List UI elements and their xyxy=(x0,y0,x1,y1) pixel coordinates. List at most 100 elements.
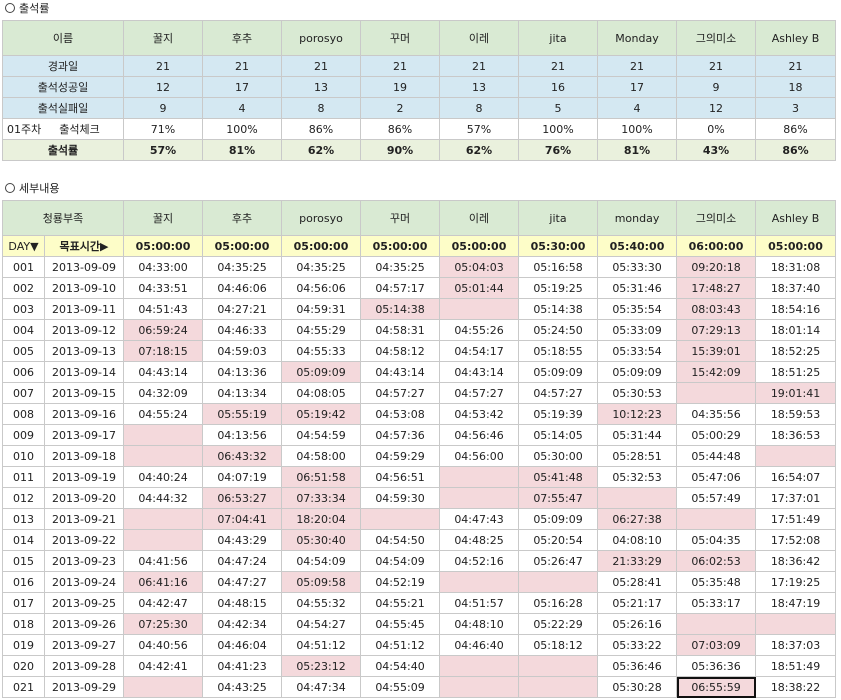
time-cell[interactable]: 04:46:06 xyxy=(202,277,283,299)
time-cell[interactable]: 05:31:46 xyxy=(597,277,678,299)
time-cell[interactable]: 04:59:31 xyxy=(281,298,362,320)
time-cell[interactable]: 04:13:56 xyxy=(202,424,283,446)
time-cell[interactable]: 04:51:12 xyxy=(281,634,362,656)
time-cell[interactable]: 04:48:10 xyxy=(439,613,520,635)
date-cell[interactable]: 2013-09-17 xyxy=(43,424,125,446)
time-cell[interactable] xyxy=(439,655,520,677)
attendance-stat-cell[interactable]: 9 xyxy=(676,76,756,98)
time-cell[interactable]: 05:31:44 xyxy=(597,424,678,446)
time-cell[interactable]: 05:26:47 xyxy=(518,550,599,572)
time-cell[interactable] xyxy=(439,487,520,509)
day-number-cell[interactable]: 001 xyxy=(2,256,45,278)
time-cell[interactable]: 05:21:17 xyxy=(597,592,678,614)
attendance-stat-cell[interactable]: 21 xyxy=(123,55,203,77)
day-number-cell[interactable]: 014 xyxy=(2,529,45,551)
time-cell[interactable]: 05:04:35 xyxy=(676,529,757,551)
goal-time-cell[interactable]: 06:00:00 xyxy=(676,235,757,257)
attendance-check-cell[interactable]: 100% xyxy=(518,118,598,140)
time-cell[interactable]: 05:09:09 xyxy=(281,361,362,383)
time-cell[interactable]: 04:47:43 xyxy=(439,508,520,530)
details-header-cell[interactable]: monday xyxy=(597,200,678,236)
time-cell[interactable]: 05:36:46 xyxy=(597,655,678,677)
time-cell[interactable] xyxy=(518,676,599,698)
time-cell[interactable]: 04:46:04 xyxy=(202,634,283,656)
time-cell[interactable]: 04:46:33 xyxy=(202,319,283,341)
time-cell[interactable]: 04:43:14 xyxy=(123,361,204,383)
attendance-row-label[interactable]: 출석성공일 xyxy=(2,76,124,98)
time-cell[interactable]: 04:51:43 xyxy=(123,298,204,320)
time-cell[interactable]: 05:33:09 xyxy=(597,319,678,341)
attendance-rate-label[interactable]: 출석률 xyxy=(2,139,124,161)
attendance-header-cell[interactable]: 후추 xyxy=(202,20,282,56)
time-cell[interactable]: 04:43:29 xyxy=(202,529,283,551)
time-cell[interactable]: 04:44:32 xyxy=(123,487,204,509)
time-cell[interactable]: 04:58:31 xyxy=(360,319,441,341)
date-cell[interactable]: 2013-09-18 xyxy=(43,445,125,467)
time-cell[interactable]: 05:33:17 xyxy=(676,592,757,614)
time-cell[interactable]: 07:25:30 xyxy=(123,613,204,635)
time-cell[interactable]: 05:32:53 xyxy=(597,466,678,488)
details-header-cell[interactable]: 꾸머 xyxy=(360,200,441,236)
attendance-header-cell[interactable]: porosyo xyxy=(281,20,361,56)
time-cell[interactable]: 17:52:08 xyxy=(755,529,837,551)
time-cell[interactable]: 04:08:10 xyxy=(597,529,678,551)
time-cell[interactable]: 04:35:25 xyxy=(281,256,362,278)
date-cell[interactable]: 2013-09-28 xyxy=(43,655,125,677)
time-cell[interactable] xyxy=(123,445,204,467)
time-cell[interactable]: 04:56:46 xyxy=(439,424,520,446)
time-cell[interactable] xyxy=(439,676,520,698)
time-cell[interactable]: 05:09:58 xyxy=(281,571,362,593)
time-cell[interactable]: 05:33:54 xyxy=(597,340,678,362)
time-cell[interactable]: 04:55:33 xyxy=(281,340,362,362)
time-cell[interactable]: 04:57:27 xyxy=(518,382,599,404)
time-cell[interactable]: 10:12:23 xyxy=(597,403,678,425)
time-cell[interactable]: 18:36:42 xyxy=(755,550,837,572)
time-cell[interactable]: 18:36:53 xyxy=(755,424,837,446)
time-cell[interactable]: 04:56:00 xyxy=(439,445,520,467)
attendance-rate-cell[interactable]: 62% xyxy=(281,139,361,161)
time-cell[interactable]: 05:16:28 xyxy=(518,592,599,614)
attendance-stat-cell[interactable]: 12 xyxy=(676,97,756,119)
time-cell[interactable]: 04:57:27 xyxy=(360,382,441,404)
day-number-cell[interactable]: 011 xyxy=(2,466,45,488)
time-cell[interactable]: 05:09:09 xyxy=(518,508,599,530)
attendance-stat-cell[interactable]: 21 xyxy=(518,55,598,77)
time-cell[interactable]: 05:14:05 xyxy=(518,424,599,446)
day-number-cell[interactable]: 021 xyxy=(2,676,45,698)
attendance-check-cell[interactable]: 100% xyxy=(202,118,282,140)
time-cell[interactable]: 04:47:34 xyxy=(281,676,362,698)
time-cell[interactable]: 05:20:54 xyxy=(518,529,599,551)
date-cell[interactable]: 2013-09-14 xyxy=(43,361,125,383)
attendance-stat-cell[interactable]: 5 xyxy=(518,97,598,119)
time-cell[interactable]: 04:55:21 xyxy=(360,592,441,614)
day-number-cell[interactable]: 016 xyxy=(2,571,45,593)
time-cell[interactable]: 04:46:40 xyxy=(439,634,520,656)
time-cell[interactable] xyxy=(676,613,757,635)
attendance-stat-cell[interactable]: 21 xyxy=(676,55,756,77)
time-cell[interactable]: 05:35:54 xyxy=(597,298,678,320)
time-cell[interactable]: 17:48:27 xyxy=(676,277,757,299)
details-header-cell[interactable]: Ashley B xyxy=(755,200,837,236)
attendance-check-cell[interactable]: 71% xyxy=(123,118,203,140)
time-cell[interactable]: 05:01:44 xyxy=(439,277,520,299)
time-cell[interactable]: 18:37:40 xyxy=(755,277,837,299)
time-cell[interactable]: 05:47:06 xyxy=(676,466,757,488)
time-cell[interactable]: 18:38:22 xyxy=(755,676,837,698)
time-cell[interactable]: 04:53:42 xyxy=(439,403,520,425)
time-cell[interactable]: 18:20:04 xyxy=(281,508,362,530)
attendance-row-label[interactable]: 출석실패일 xyxy=(2,97,124,119)
time-cell[interactable]: 18:52:25 xyxy=(755,340,837,362)
time-cell[interactable]: 04:59:03 xyxy=(202,340,283,362)
time-cell[interactable]: 06:59:24 xyxy=(123,319,204,341)
time-cell[interactable]: 05:18:55 xyxy=(518,340,599,362)
attendance-rate-cell[interactable]: 81% xyxy=(597,139,677,161)
time-cell[interactable] xyxy=(518,571,599,593)
time-cell[interactable]: 04:35:25 xyxy=(202,256,283,278)
attendance-header-cell[interactable]: Monday xyxy=(597,20,677,56)
time-cell[interactable]: 04:27:21 xyxy=(202,298,283,320)
attendance-stat-cell[interactable]: 8 xyxy=(439,97,519,119)
time-cell[interactable]: 17:51:49 xyxy=(755,508,837,530)
time-cell[interactable]: 05:09:09 xyxy=(518,361,599,383)
date-cell[interactable]: 2013-09-21 xyxy=(43,508,125,530)
time-cell[interactable]: 04:54:09 xyxy=(281,550,362,572)
